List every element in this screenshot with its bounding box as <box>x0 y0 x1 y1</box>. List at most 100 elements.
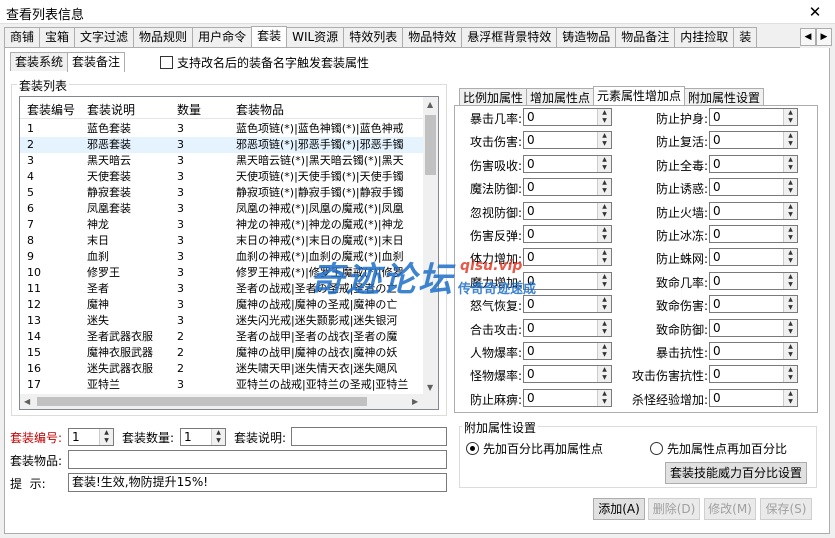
stepper-arrows-icon[interactable]: ▲ ▼ <box>211 429 225 445</box>
radio-dot[interactable] <box>466 442 479 455</box>
table-row[interactable]: 8 末日 3 末日の神戒(*)|末日の魔戒(*)|末日 <box>20 233 425 249</box>
radio-points-first[interactable]: 先加属性点再加百分比 <box>650 440 787 457</box>
attr-value-stepper[interactable]: 0 ▲ ▼ <box>523 178 612 197</box>
attr-value-stepper[interactable]: 0 ▲ ▼ <box>709 318 798 337</box>
attr-value-stepper[interactable]: 0 ▲ ▼ <box>523 271 612 290</box>
attr-value-stepper[interactable]: 0 ▲ ▼ <box>709 271 798 290</box>
checkbox-box[interactable] <box>160 56 173 69</box>
tab-main-4[interactable]: 用户命令 <box>192 27 253 47</box>
stepper-arrows-icon[interactable]: ▲ ▼ <box>597 226 611 242</box>
attr-value-stepper[interactable]: 0 ▲ ▼ <box>709 154 798 173</box>
stepper-arrows-icon[interactable]: ▲ ▼ <box>597 272 611 289</box>
stepper-arrows-icon[interactable]: ▲ ▼ <box>597 366 611 383</box>
stepper-arrows-icon[interactable]: ▲ ▼ <box>783 109 797 125</box>
tab-main-9[interactable]: 悬浮框背景特效 <box>461 27 558 47</box>
stepper-arrows-icon[interactable]: ▲ ▼ <box>597 109 611 125</box>
tab-main-2[interactable]: 文字过滤 <box>74 27 135 47</box>
stepper-arrows-icon[interactable]: ▲ ▼ <box>597 132 611 149</box>
save-button[interactable]: 保存(S) <box>760 498 812 520</box>
table-row[interactable]: 13 迷失 3 迷失闪光戒|迷失颢影戒|迷失银河 <box>20 313 425 329</box>
table-row[interactable]: 5 静寂套装 3 静寂项链(*)|静寂手镯(*)|静寂手镯 <box>20 185 425 201</box>
tab-main-13[interactable]: 装 <box>733 27 758 47</box>
scroll-right-icon[interactable]: ▶ <box>412 397 418 406</box>
suit-count-stepper[interactable]: 1 ▲ ▼ <box>180 428 226 446</box>
tab-scroll-left-icon[interactable]: ◀ <box>800 28 816 46</box>
stepper-arrows-icon[interactable]: ▲ ▼ <box>783 272 797 289</box>
hscroll-thumb[interactable] <box>37 397 367 406</box>
stepper-arrows-icon[interactable]: ▲ ▼ <box>597 249 611 266</box>
attr-value-stepper[interactable]: 0 ▲ ▼ <box>709 201 798 220</box>
tab-main-5[interactable]: 套装 <box>251 26 288 47</box>
attr-value-stepper[interactable]: 0 ▲ ▼ <box>709 225 798 243</box>
col-suit-items[interactable]: 套装物品 <box>236 101 284 118</box>
radio-dot[interactable] <box>650 442 663 455</box>
list-vertical-scrollbar[interactable]: ▲ ▼ <box>423 97 438 395</box>
stepper-arrows-icon[interactable]: ▲ ▼ <box>597 389 611 406</box>
attr-value-stepper[interactable]: 0 ▲ ▼ <box>523 342 612 360</box>
rename-support-checkbox[interactable]: 支持改名后的装备名字触发套装属性 <box>160 54 369 71</box>
stepper-arrows-icon[interactable]: ▲ ▼ <box>783 155 797 172</box>
tab-suit-system[interactable]: 套装系统 <box>10 52 69 71</box>
stepper-arrows-icon[interactable]: ▲ ▼ <box>597 319 611 336</box>
col-count[interactable]: 数量 <box>177 101 201 118</box>
table-row[interactable]: 7 神龙 3 神龙の神戒(*)|神龙の魔戒(*)|神龙 <box>20 217 425 233</box>
stepper-arrows-icon[interactable]: ▲ ▼ <box>783 226 797 242</box>
scroll-thumb[interactable] <box>425 115 436 175</box>
stepper-arrows-icon[interactable]: ▲ ▼ <box>597 155 611 172</box>
table-row[interactable]: 2 邪恶套装 3 邪恶项链(*)|邪恶手镯(*)|邪恶手镯 <box>20 137 425 153</box>
attr-value-stepper[interactable]: 0 ▲ ▼ <box>523 248 612 267</box>
modify-button[interactable]: 修改(M) <box>704 498 756 520</box>
tab-main-12[interactable]: 内挂捡取 <box>674 27 735 47</box>
attr-value-stepper[interactable]: 0 ▲ ▼ <box>709 365 798 384</box>
tab-element-attr[interactable]: 元素属性增加点 <box>593 86 686 107</box>
stepper-arrows-icon[interactable]: ▲ ▼ <box>99 429 113 445</box>
stepper-arrows-icon[interactable]: ▲ ▼ <box>597 202 611 219</box>
suit-items-input[interactable] <box>68 450 447 469</box>
stepper-arrows-icon[interactable]: ▲ ▼ <box>783 366 797 383</box>
delete-button[interactable]: 删除(D) <box>648 498 700 520</box>
stepper-arrows-icon[interactable]: ▲ ▼ <box>783 296 797 313</box>
attr-value-stepper[interactable]: 0 ▲ ▼ <box>709 295 798 314</box>
table-row[interactable]: 1 蓝色套装 3 蓝色项链(*)|蓝色神镯(*)|蓝色神戒 <box>20 121 425 137</box>
tab-main-7[interactable]: 特效列表 <box>343 27 404 47</box>
stepper-arrows-icon[interactable]: ▲ ▼ <box>597 296 611 313</box>
attr-value-stepper[interactable]: 0 ▲ ▼ <box>523 388 612 407</box>
table-row[interactable]: 3 黑天暗云 3 黑天暗云链(*)|黑天暗云镯(*)|黑天 <box>20 153 425 169</box>
table-row[interactable]: 16 迷失武器衣服 2 迷失啸天甲|迷失情天衣|迷失飓风 <box>20 361 425 377</box>
attr-value-stepper[interactable]: 0 ▲ ▼ <box>523 365 612 384</box>
suit-id-stepper[interactable]: 1 ▲ ▼ <box>68 428 114 446</box>
attr-value-stepper[interactable]: 0 ▲ ▼ <box>523 154 612 173</box>
stepper-arrows-icon[interactable]: ▲ ▼ <box>783 202 797 219</box>
stepper-arrows-icon[interactable]: ▲ ▼ <box>783 343 797 359</box>
stepper-arrows-icon[interactable]: ▲ ▼ <box>783 132 797 149</box>
list-horizontal-scrollbar[interactable]: ◀ ▶ <box>20 394 438 409</box>
attr-value-stepper[interactable]: 0 ▲ ▼ <box>523 295 612 314</box>
attr-value-stepper[interactable]: 0 ▲ ▼ <box>523 201 612 220</box>
stepper-arrows-icon[interactable]: ▲ ▼ <box>783 389 797 406</box>
attr-value-stepper[interactable]: 0 ▲ ▼ <box>709 248 798 267</box>
tab-main-3[interactable]: 物品规则 <box>133 27 194 47</box>
table-row[interactable]: 6 凤凰套装 3 凤凰の神戒(*)|凤凰の魔戒(*)|凤凰 <box>20 201 425 217</box>
tab-main-1[interactable]: 宝箱 <box>39 27 76 47</box>
table-row[interactable]: 4 天使套装 3 天使项链(*)|天使手镯(*)|天使手镯 <box>20 169 425 185</box>
tab-main-10[interactable]: 铸造物品 <box>556 27 617 47</box>
tab-main-8[interactable]: 物品特效 <box>402 27 463 47</box>
stepper-arrows-icon[interactable]: ▲ ▼ <box>783 319 797 336</box>
scroll-left-icon[interactable]: ◀ <box>24 397 30 406</box>
tab-scroll-right-icon[interactable]: ▶ <box>816 28 832 46</box>
attr-value-stepper[interactable]: 0 ▲ ▼ <box>523 318 612 337</box>
hint-input[interactable]: 套装!生效,物防提升15%! <box>68 473 447 492</box>
stepper-arrows-icon[interactable]: ▲ ▼ <box>597 179 611 196</box>
attr-value-stepper[interactable]: 0 ▲ ▼ <box>523 225 612 243</box>
scroll-up-icon[interactable]: ▲ <box>427 100 433 109</box>
stepper-arrows-icon[interactable]: ▲ ▼ <box>783 179 797 196</box>
attr-value-stepper[interactable]: 0 ▲ ▼ <box>709 388 798 407</box>
attr-value-stepper[interactable]: 0 ▲ ▼ <box>709 131 798 150</box>
stepper-arrows-icon[interactable]: ▲ ▼ <box>597 343 611 359</box>
add-button[interactable]: 添加(A) <box>593 498 645 520</box>
scroll-down-icon[interactable]: ▼ <box>427 383 433 392</box>
attr-value-stepper[interactable]: 0 ▲ ▼ <box>709 108 798 126</box>
attr-value-stepper[interactable]: 0 ▲ ▼ <box>709 178 798 197</box>
table-row[interactable]: 15 魔神衣服武器 2 魔神の战甲|魔神の战衣|魔神の妖 <box>20 345 425 361</box>
table-row[interactable]: 14 圣者武器衣服 2 圣者の战甲|圣者の战衣|圣者の魔 <box>20 329 425 345</box>
